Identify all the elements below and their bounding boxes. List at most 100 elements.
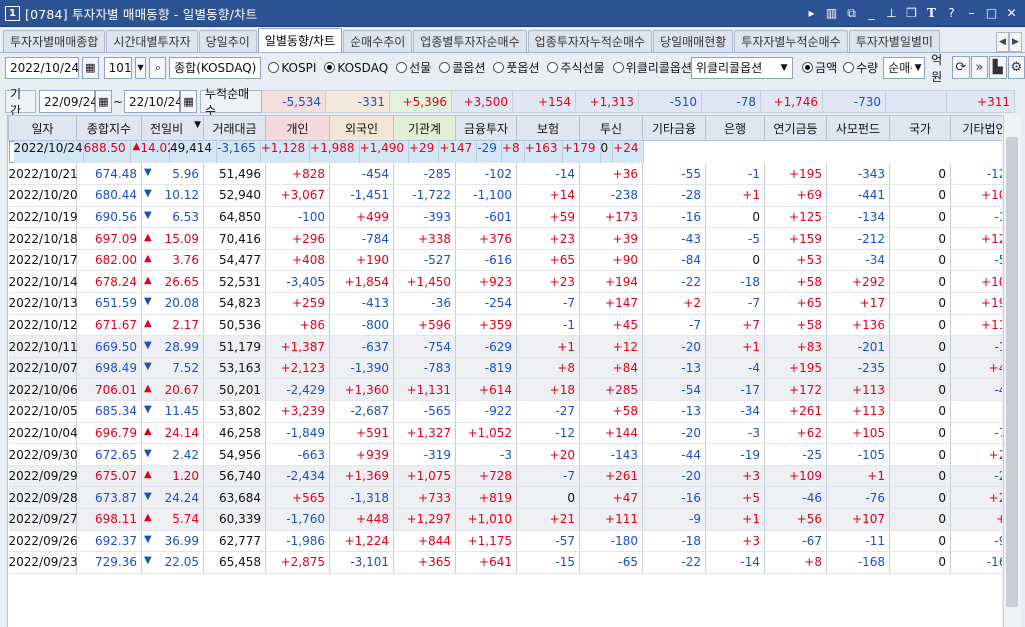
- value-cell: +1,128: [260, 141, 311, 163]
- tab-10[interactable]: 투자자별일별미: [848, 30, 940, 52]
- col-header[interactable]: 전일비 ▼: [141, 115, 204, 141]
- calendar-to-icon[interactable]: ▦: [180, 90, 198, 113]
- close-icon[interactable]: ✕: [1004, 6, 1019, 21]
- col-header[interactable]: 개인: [265, 115, 330, 141]
- radio-4[interactable]: 콜옵션: [439, 59, 485, 76]
- tab-1[interactable]: 투자자별매매종합: [3, 30, 106, 52]
- tab-2[interactable]: 시간대별투자자: [106, 30, 198, 52]
- calendar-from-icon[interactable]: ▦: [94, 90, 112, 113]
- table-row[interactable]: 2022/09/30 672.65 ▼ 2.42 54,956 -663 +939 -319-…: [8, 443, 1002, 466]
- radio-circle[interactable]: [843, 62, 855, 73]
- table-row[interactable]: 2022/09/23 729.36 ▼ 22.05 65,458 +2,875 -3,101…: [8, 551, 1002, 574]
- chevron-down-icon[interactable]: ▼: [776, 57, 793, 78]
- col-header[interactable]: 보험: [516, 115, 580, 141]
- text-icon[interactable]: T: [924, 6, 939, 21]
- chart-icon[interactable]: ▙: [989, 56, 1007, 79]
- col-header[interactable]: 종합지수: [76, 115, 142, 141]
- table-row[interactable]: 2022/09/29 675.07 ▲ 1.20 56,740 -2,434 +1,369 +…: [8, 465, 1002, 488]
- col-header[interactable]: 금융투자: [455, 115, 517, 141]
- radio-circle[interactable]: [802, 62, 814, 73]
- unit-radio-1[interactable]: 금액: [802, 59, 837, 76]
- code-dropdown-icon[interactable]: ▼: [134, 56, 147, 79]
- table-row[interactable]: 2022/10/14 678.24 ▲ 26.65 52,531 -3,405 +1,854…: [8, 270, 1002, 294]
- option-select[interactable]: 위클리콜옵션 ▼: [690, 56, 794, 79]
- table-row[interactable]: 2022/09/27 698.11 ▲ 5.74 60,339 -1,760 +448 +1,…: [8, 508, 1002, 531]
- radio-circle[interactable]: [396, 62, 408, 73]
- unit-radio-group: 금액 수량: [802, 59, 878, 76]
- refresh-icon[interactable]: ⟳: [952, 56, 970, 79]
- table-row[interactable]: 2022/10/06 706.01 ▲ 20.67 50,201 -2,429 +1,360…: [8, 378, 1002, 402]
- tab-4[interactable]: 일별동향/차트: [257, 28, 343, 52]
- col-header[interactable]: 일자: [8, 115, 77, 141]
- radio-circle[interactable]: [547, 62, 559, 73]
- tab-7[interactable]: 업종투자자누적순매수: [527, 30, 653, 52]
- col-header[interactable]: 기관계: [393, 115, 456, 141]
- col-header[interactable]: 사모펀드: [826, 115, 890, 141]
- table-row[interactable]: 2022/09/26 692.37 ▼ 36.99 62,777 -1,986 +1,224…: [8, 530, 1002, 553]
- tab-9[interactable]: 투자자별누적순매수: [734, 30, 848, 52]
- radio-circle[interactable]: [439, 62, 451, 73]
- scroll-thumb[interactable]: [1006, 137, 1018, 607]
- unit-radio-2[interactable]: 수량: [843, 59, 878, 76]
- col-header[interactable]: 연기금등: [764, 115, 827, 141]
- radio-5[interactable]: 풋옵션: [493, 59, 539, 76]
- table-row[interactable]: 2022/10/13 651.59 ▼ 20.08 54,823 +259 -413 -36-…: [8, 292, 1002, 315]
- table-row[interactable]: 2022/10/24 688.50 ▲ 14.02 49,414 -3,165 +1,128…: [8, 141, 644, 163]
- tab-prev-icon[interactable]: ◀: [996, 32, 1009, 52]
- sort-dropdown-icon[interactable]: ▼: [194, 120, 201, 130]
- table-row[interactable]: 2022/09/28 673.87 ▼ 24.24 63,684 +565 -1,318 +7…: [8, 486, 1002, 509]
- radio-7[interactable]: 위클리콜옵션: [612, 59, 692, 76]
- link-icon[interactable]: ⧉: [844, 6, 859, 21]
- vertical-scrollbar[interactable]: [1003, 115, 1021, 627]
- tab-3[interactable]: 당일추이: [198, 30, 257, 52]
- table-row[interactable]: 2022/10/19 690.56 ▼ 6.53 64,850 -100 +499 -393-…: [8, 206, 1002, 229]
- period-to-input[interactable]: 22/10/24: [124, 90, 183, 113]
- sort-select[interactable]: 순매수 ▼: [883, 56, 926, 79]
- next-icon[interactable]: »: [970, 56, 989, 79]
- table-row[interactable]: 2022/10/17 682.00 ▲ 3.76 54,477 +408 +190 -527-…: [8, 249, 1002, 272]
- memo-icon[interactable]: ▥: [824, 6, 839, 21]
- help-icon[interactable]: ?: [944, 6, 959, 21]
- table-row[interactable]: 2022/10/05 685.34 ▼ 11.45 53,802 +3,239 -2,687…: [8, 400, 1002, 423]
- period-from-input[interactable]: 22/09/24: [38, 90, 98, 113]
- calendar-icon[interactable]: ▦: [82, 56, 99, 79]
- radio-3[interactable]: 선물: [396, 59, 431, 76]
- radio-circle[interactable]: [612, 62, 624, 73]
- maximize-icon[interactable]: □: [984, 6, 999, 21]
- col-header[interactable]: 기타법인: [950, 115, 1002, 141]
- pin-icon[interactable]: ⊥: [884, 6, 899, 21]
- value-cell: +733: [393, 486, 456, 509]
- radio-circle[interactable]: [268, 62, 280, 73]
- tab-8[interactable]: 당일매매현황: [653, 30, 734, 52]
- col-header[interactable]: 외국인: [329, 115, 394, 141]
- radio-1[interactable]: KOSPI: [268, 61, 316, 75]
- table-row[interactable]: 2022/10/04 696.79 ▲ 24.14 46,258 -1,849 +591 +1…: [8, 422, 1002, 445]
- minimize-small-icon[interactable]: _: [864, 6, 879, 21]
- table-row[interactable]: 2022/10/18 697.09 ▲ 15.09 70,416 +296 -784 +338…: [8, 227, 1002, 250]
- col-header[interactable]: 투신: [579, 115, 643, 141]
- radio-circle[interactable]: [493, 62, 505, 73]
- table-row[interactable]: 2022/10/20 680.44 ▼ 10.12 52,940 +3,067 -1,451…: [8, 184, 1002, 207]
- radio-circle[interactable]: [324, 62, 336, 73]
- col-header[interactable]: 거래대금: [203, 115, 266, 141]
- search-icon[interactable]: ⌕: [149, 56, 167, 79]
- col-header[interactable]: 은행: [705, 115, 765, 141]
- settings-icon[interactable]: ⚙: [1007, 56, 1025, 79]
- table-row[interactable]: 2022/10/12 671.67 ▲ 2.17 50,536 +86 -800 +596 +3…: [8, 314, 1002, 337]
- tab-6[interactable]: 업종별투자자순매수: [413, 30, 527, 52]
- tab-5[interactable]: 순매수추이: [343, 30, 413, 52]
- minimize-icon[interactable]: –: [964, 6, 979, 21]
- col-header[interactable]: 국가: [889, 115, 951, 141]
- tab-next-icon[interactable]: ▶: [1009, 32, 1022, 52]
- col-header[interactable]: 기타금융: [642, 115, 706, 141]
- radio-6[interactable]: 주식선물: [547, 59, 605, 76]
- table-row[interactable]: 2022/10/07 698.49 ▼ 7.52 53,163 +2,123 -1,390-…: [8, 357, 1002, 380]
- table-row[interactable]: 2022/10/11 669.50 ▼ 28.99 51,179 +1,387 -637 -7…: [8, 335, 1002, 358]
- table-row[interactable]: 2022/10/21 674.48 ▼ 5.96 51,496 +828 -454 -285-…: [8, 163, 1002, 186]
- tile-icon[interactable]: ❐: [904, 6, 919, 21]
- radio-2[interactable]: KOSDAQ: [324, 61, 388, 75]
- collapse-icon[interactable]: ▸: [804, 6, 819, 21]
- date-input[interactable]: 2022/10/24: [5, 56, 79, 79]
- chevron-down-icon[interactable]: ▼: [912, 57, 925, 78]
- code-input[interactable]: 101: [103, 56, 132, 79]
